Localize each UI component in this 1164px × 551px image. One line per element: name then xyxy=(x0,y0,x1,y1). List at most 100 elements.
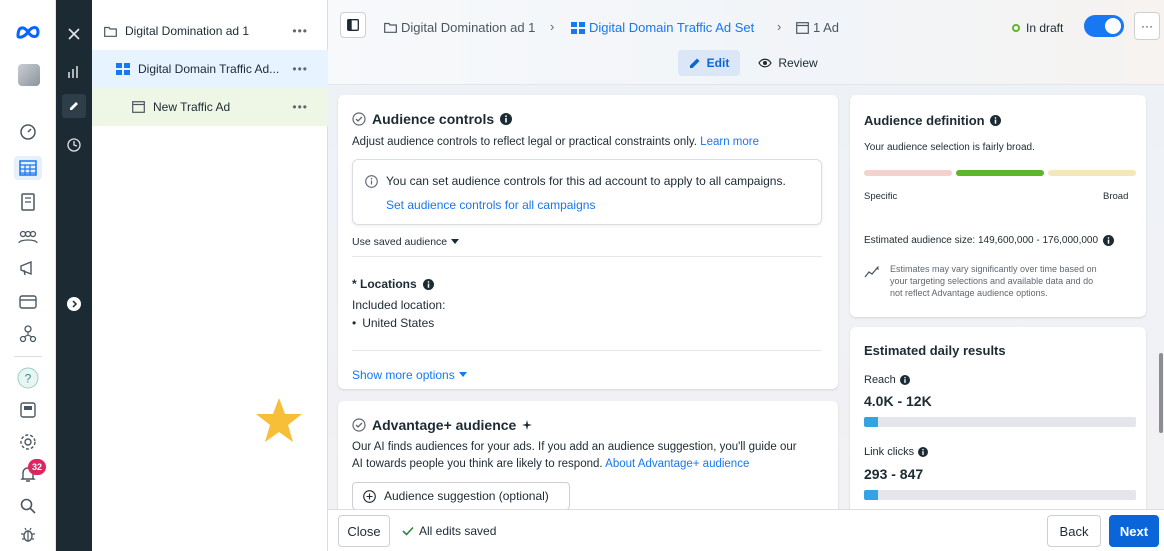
info-icon[interactable] xyxy=(500,113,513,125)
toggle-panel-button[interactable] xyxy=(340,12,366,38)
adset-grid-icon xyxy=(116,63,130,75)
locations-title: * Locations xyxy=(352,277,417,291)
section-header: Advantage+ audience xyxy=(352,417,533,433)
bug-report-icon[interactable] xyxy=(14,522,42,546)
reach-bar xyxy=(864,417,1136,427)
audience-definition-card: Audience definition Your audience select… xyxy=(850,95,1146,317)
meta-logo[interactable] xyxy=(14,22,42,42)
campaign-tree-panel: Digital Domination ad 1 ••• Digital Doma… xyxy=(92,0,328,551)
chart-icon[interactable] xyxy=(62,60,86,84)
close-icon[interactable] xyxy=(62,22,86,46)
dropdown-label: Use saved audience xyxy=(352,236,448,248)
more-options-icon[interactable]: ••• xyxy=(292,24,308,38)
info-icon[interactable] xyxy=(918,447,929,457)
saved-audience-dropdown[interactable]: Use saved audience xyxy=(352,236,460,248)
breadcrumb-campaign[interactable]: Digital Domination ad 1 xyxy=(384,20,535,35)
folder-icon xyxy=(384,22,397,33)
megaphone-icon[interactable] xyxy=(14,256,42,280)
save-status: All edits saved xyxy=(402,524,496,538)
billing-card-icon[interactable] xyxy=(14,290,42,314)
more-options-icon[interactable]: ••• xyxy=(292,100,308,114)
pages-icon[interactable] xyxy=(14,190,42,214)
ad-frame-icon xyxy=(132,101,145,113)
advantage-audience-card: Advantage+ audience Our AI finds audienc… xyxy=(338,401,838,521)
location-name: United States xyxy=(362,316,435,330)
dashboard-icon[interactable] xyxy=(14,120,42,144)
eye-icon xyxy=(758,58,773,68)
history-clock-icon[interactable] xyxy=(62,133,86,157)
next-button[interactable]: Next xyxy=(1109,515,1159,547)
section-title: Audience definition xyxy=(864,113,985,128)
account-avatar[interactable] xyxy=(18,64,40,86)
audience-gauge xyxy=(864,170,1136,176)
show-more-options-button[interactable]: Show more options xyxy=(352,368,467,382)
estimated-size-text: Estimated audience size: 149,600,000 - 1… xyxy=(864,235,1099,246)
gauge-active-segment xyxy=(956,170,1044,176)
scrollbar-thumb[interactable] xyxy=(1159,353,1163,433)
breadcrumb-separator: › xyxy=(777,19,782,34)
info-icon[interactable] xyxy=(989,115,1001,126)
gauge-specific-label: Specific xyxy=(864,191,898,202)
info-icon[interactable] xyxy=(899,375,910,385)
info-box-row: You can set audience controls for this a… xyxy=(365,174,786,188)
toggle-knob xyxy=(1105,18,1121,34)
search-icon[interactable] xyxy=(14,494,42,518)
ads-manager-table-icon[interactable] xyxy=(14,156,42,180)
more-options-icon[interactable]: ••• xyxy=(292,62,308,76)
set-audience-controls-link[interactable]: Set audience controls for all campaigns xyxy=(386,198,595,212)
clicks-bar xyxy=(864,490,1136,500)
advantage-description-line1: Our AI finds audiences for your ads. If … xyxy=(352,441,797,453)
help-icon[interactable]: ? xyxy=(14,366,42,390)
breadcrumb-adset[interactable]: Digital Domain Traffic Ad Set xyxy=(571,20,754,35)
estimated-size: Estimated audience size: 149,600,000 - 1… xyxy=(864,235,1115,246)
reach-label: Reach xyxy=(864,374,896,386)
info-icon[interactable] xyxy=(422,278,434,290)
tree-item-label: Digital Domain Traffic Ad... xyxy=(138,62,280,76)
gauge-specific-segment xyxy=(864,170,952,176)
tree-item-adset[interactable]: Digital Domain Traffic Ad... ••• xyxy=(92,50,328,88)
tree-item-label: Digital Domination ad 1 xyxy=(125,24,250,38)
audience-suggestion-button[interactable]: Audience suggestion (optional) xyxy=(352,482,570,510)
svg-text:?: ? xyxy=(25,372,32,386)
more-options-button[interactable]: ··· xyxy=(1134,12,1160,40)
audiences-icon[interactable] xyxy=(14,225,42,249)
adset-grid-icon xyxy=(571,21,585,34)
included-location-label: Included location: xyxy=(352,298,446,312)
breadcrumb-label: Digital Domain Traffic Ad Set xyxy=(589,20,755,35)
clicks-label-row: Link clicks xyxy=(864,446,929,458)
tab-review[interactable]: Review xyxy=(752,50,824,76)
checkmark-icon xyxy=(402,526,414,536)
business-users-icon[interactable] xyxy=(14,322,42,346)
tree-item-campaign[interactable]: Digital Domination ad 1 ••• xyxy=(92,12,328,50)
section-title: Advantage+ audience xyxy=(372,417,517,433)
publish-toggle[interactable] xyxy=(1084,15,1124,37)
breadcrumb-ad[interactable]: 1 Ad xyxy=(796,20,839,35)
learn-more-link[interactable]: Learn more xyxy=(700,136,759,148)
gauge-broad-segment xyxy=(1048,170,1136,176)
edit-pencil-icon[interactable] xyxy=(62,94,86,118)
editor-tool-strip xyxy=(56,0,92,551)
clicks-value: 293 - 847 xyxy=(864,466,924,482)
info-icon[interactable] xyxy=(1103,235,1115,246)
rail-divider xyxy=(14,356,42,357)
bullet: • xyxy=(352,316,357,330)
news-icon[interactable] xyxy=(14,398,42,422)
save-status-text: All edits saved xyxy=(419,524,497,538)
info-box: You can set audience controls for this a… xyxy=(352,159,822,225)
tab-edit[interactable]: Edit xyxy=(678,50,740,76)
tree-item-ad[interactable]: New Traffic Ad ••• xyxy=(92,88,328,126)
expand-chevron-icon[interactable] xyxy=(62,292,86,316)
note-line: not reflect Advantage audience options. xyxy=(890,288,1048,298)
back-button[interactable]: Back xyxy=(1047,515,1101,547)
section-header: Audience definition xyxy=(864,113,1001,128)
status-dot-icon xyxy=(1012,24,1020,32)
global-nav-rail: ? 32 xyxy=(0,0,56,551)
check-circle-icon xyxy=(352,112,366,126)
tab-label: Edit xyxy=(706,56,730,70)
tree-item-label: New Traffic Ad xyxy=(153,100,231,114)
close-button[interactable]: Close xyxy=(338,515,390,547)
reach-label-row: Reach xyxy=(864,374,910,386)
draft-status: In draft xyxy=(1012,21,1063,35)
about-advantage-link[interactable]: About Advantage+ audience xyxy=(605,458,749,470)
settings-gear-icon[interactable] xyxy=(14,430,42,454)
